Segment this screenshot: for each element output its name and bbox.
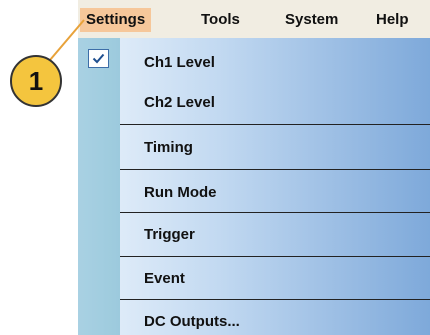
menu-tools[interactable]: Tools (195, 8, 246, 32)
menu-help[interactable]: Help (370, 8, 415, 32)
menu-item-dc-outputs[interactable]: DC Outputs... (120, 299, 430, 335)
callout-badge: 1 (10, 55, 62, 107)
menu-item-trigger[interactable]: Trigger (120, 212, 430, 256)
menu-item-ch2-level[interactable]: Ch2 Level (120, 80, 430, 124)
menu-item-label: Timing (144, 138, 193, 156)
menu-settings[interactable]: Settings (80, 8, 152, 32)
menu-icon-gutter (78, 38, 120, 335)
checkmark-icon (88, 49, 109, 68)
menu-system[interactable]: System (279, 8, 344, 32)
menu-item-ch1-level[interactable]: Ch1 Level (120, 40, 430, 84)
menu-item-label: Run Mode (144, 183, 217, 201)
menu-item-label: DC Outputs... (144, 312, 240, 330)
settings-dropdown-menu: Ch1 Level Ch2 Level Timing Run Mode Trig… (78, 38, 430, 335)
menu-bar: Settings Tools System Help (78, 0, 430, 39)
menu-item-run-mode[interactable]: Run Mode (120, 170, 430, 214)
menu-item-label: Trigger (144, 225, 195, 243)
menu-item-label: Ch2 Level (144, 93, 215, 111)
menu-item-event[interactable]: Event (120, 256, 430, 300)
menu-item-label: Event (144, 269, 185, 287)
menu-item-label: Ch1 Level (144, 53, 215, 71)
menu-item-timing[interactable]: Timing (120, 125, 430, 169)
